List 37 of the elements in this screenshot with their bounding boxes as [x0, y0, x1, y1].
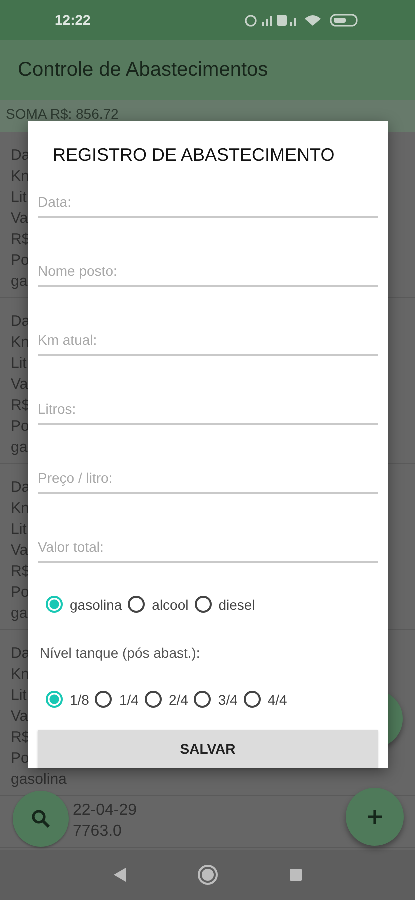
search-button[interactable]: [13, 791, 69, 847]
tank-level-label: Nível tanque (pós abast.):: [40, 645, 202, 661]
input-field[interactable]: Data:: [38, 188, 378, 218]
record-text: gasolina: [11, 770, 67, 790]
input-field[interactable]: Preço / litro:: [38, 464, 378, 494]
record-text: Va: [11, 541, 28, 561]
home-icon[interactable]: [196, 864, 218, 886]
add-button[interactable]: [346, 788, 404, 846]
recents-icon[interactable]: [288, 868, 302, 882]
record-text: Va: [11, 707, 28, 727]
radio-option[interactable]: 2/4: [144, 691, 188, 708]
radio-option[interactable]: 3/4: [194, 691, 238, 708]
radio-option[interactable]: 1/8: [46, 691, 90, 708]
record-text: Va: [11, 375, 28, 395]
radio-option[interactable]: gasolina: [46, 596, 122, 613]
record-text: 22-04-29: [73, 801, 138, 821]
back-icon[interactable]: [112, 867, 126, 883]
app-title: Controle de Abastecimentos: [18, 58, 268, 82]
signal-icon: [277, 15, 296, 26]
wifi-icon: [305, 16, 321, 26]
signal-icon: [262, 16, 272, 26]
dialog-title: REGISTRO DE ABASTECIMENTO: [52, 145, 336, 166]
input-field[interactable]: Valor total:: [38, 533, 378, 563]
plus-icon: [367, 809, 383, 825]
record-text: Va: [11, 209, 28, 229]
clock: 12:22: [55, 12, 91, 28]
radio-option[interactable]: 4/4: [244, 691, 288, 708]
radio-option[interactable]: diesel: [194, 596, 256, 613]
input-field[interactable]: Nome posto:: [38, 257, 378, 287]
battery-icon: [330, 14, 358, 27]
input-field[interactable]: Km atual:: [38, 326, 378, 356]
save-button[interactable]: SALVAR: [38, 730, 378, 768]
radio-option[interactable]: alcool: [128, 596, 189, 613]
search-icon: [31, 809, 51, 829]
radio-option[interactable]: 1/4: [95, 691, 139, 708]
record-text: 7763.0: [73, 822, 122, 842]
input-field[interactable]: Litros:: [38, 395, 378, 425]
